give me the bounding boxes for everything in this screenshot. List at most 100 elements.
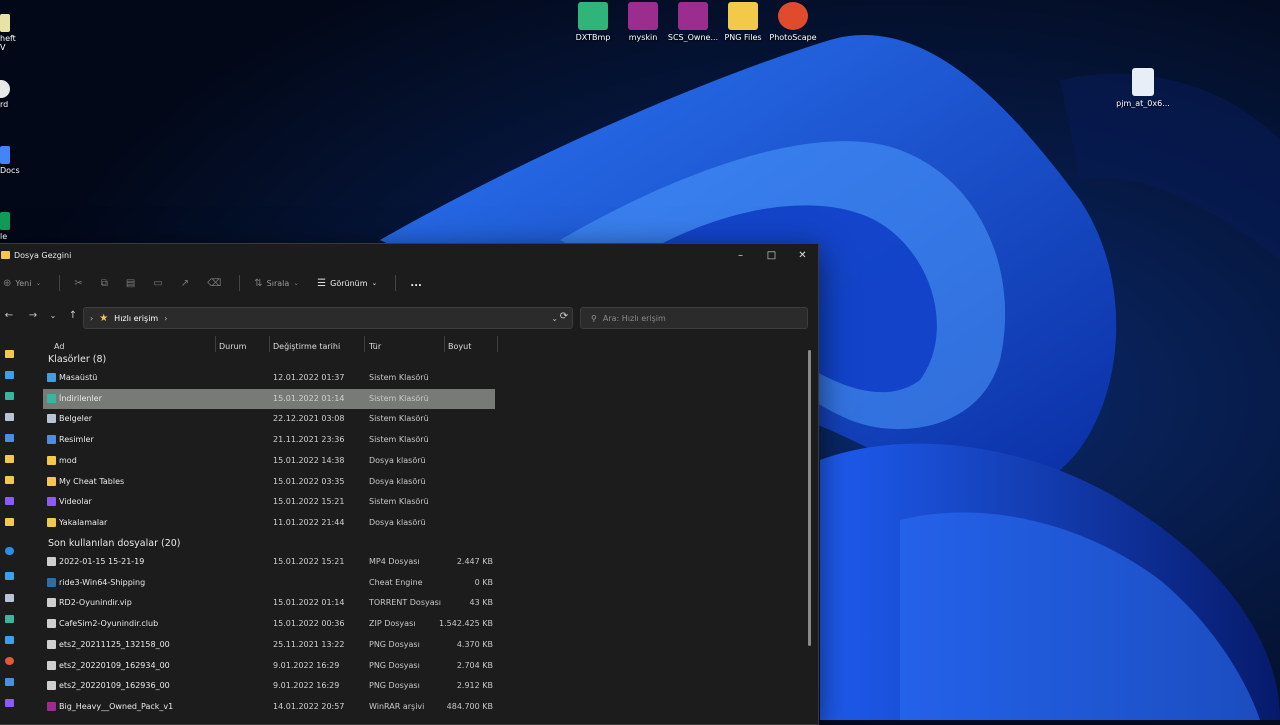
sidebar-item-desktop[interactable]: [5, 369, 31, 381]
title-bar[interactable]: Dosya Gezgini – □ ✕: [0, 244, 818, 266]
sort-button[interactable]: ⇅ Sırala ⌄: [254, 278, 303, 289]
paste-button[interactable]: ▤: [126, 278, 139, 289]
new-button[interactable]: ⊕ Yeni ⌄: [3, 278, 45, 289]
item-name: ets2_20220109_162936_00: [59, 681, 170, 691]
sidebar-item-pictures[interactable]: [5, 432, 31, 444]
item-date: 11.01.2022 21:44: [273, 517, 345, 527]
desktop-icon-left-1[interactable]: heft V: [0, 14, 16, 52]
file-row[interactable]: 2022-01-15 15-21-19 15.01.2022 15:21 MP4 D…: [43, 552, 495, 572]
file-row[interactable]: CafeSim2-Oyunindir.club 15.01.2022 00:36 Z…: [43, 614, 495, 634]
item-type: Dosya klasörü: [369, 455, 426, 465]
sidebar-item-onedrive[interactable]: [5, 545, 31, 557]
search-input[interactable]: Ara: Hızlı erişim: [603, 314, 666, 323]
item-type: Sistem Klasörü: [369, 497, 429, 507]
column-divider[interactable]: [497, 336, 498, 352]
desktop-icon: [5, 636, 14, 644]
column-header-date[interactable]: Değiştirme tarihi: [273, 342, 340, 351]
sort-icon: ⇅: [254, 277, 263, 289]
sidebar-item-videos[interactable]: [5, 697, 31, 709]
sidebar-item-documents[interactable]: [5, 592, 31, 604]
forward-arrow-icon[interactable]: →: [23, 310, 43, 321]
item-name: Videolar: [59, 497, 92, 507]
sidebar-item-desktop[interactable]: [5, 634, 31, 646]
vertical-scrollbar[interactable]: [808, 350, 811, 646]
folder-row[interactable]: Videolar 15.01.2022 15:21 Sistem Klasörü: [43, 492, 495, 512]
desktop-icon: [5, 371, 14, 379]
app-icon: [0, 80, 10, 98]
folder-icon: [5, 455, 14, 463]
sidebar-item-folder[interactable]: [5, 453, 31, 465]
item-size: 43 KB: [469, 598, 493, 608]
computer-icon: [5, 572, 14, 580]
sidebar-item-folder[interactable]: [5, 516, 31, 528]
file-row[interactable]: ets2_20220109_162934_00 9.01.2022 16:29 PN…: [43, 656, 495, 676]
desktop-icon-left-2[interactable]: rd: [0, 80, 10, 109]
recent-locations-chevron-icon[interactable]: ⌄: [43, 311, 63, 320]
item-type: ZIP Dosyası: [369, 619, 416, 629]
maximize-button[interactable]: □: [756, 250, 787, 261]
item-size: 4.370 KB: [456, 639, 493, 649]
sidebar-item-pictures[interactable]: [5, 676, 31, 688]
item-name: ets2_20220109_162934_00: [59, 660, 170, 670]
sidebar-item-music[interactable]: [5, 655, 31, 667]
delete-button[interactable]: ⌫: [207, 278, 225, 289]
view-button[interactable]: ☰ Görünüm ⌄: [317, 278, 381, 289]
file-icon: [47, 660, 56, 670]
folder-row[interactable]: Masaüstü 12.01.2022 01:37 Sistem Klasörü: [43, 368, 495, 388]
sidebar-item-this-pc[interactable]: [5, 570, 31, 582]
sidebar-item-folder[interactable]: [5, 474, 31, 486]
folder-icon: [47, 414, 56, 424]
folder-row[interactable]: Resimler 21.11.2021 23:36 Sistem Klasörü: [43, 430, 495, 450]
cut-button[interactable]: ✂: [74, 278, 86, 289]
file-row[interactable]: Big_Heavy__Owned_Pack_v1 14.01.2022 20:57…: [43, 697, 495, 717]
column-header-status[interactable]: Durum: [219, 342, 246, 351]
more-options-button[interactable]: ...: [410, 278, 421, 289]
file-row[interactable]: ets2_20211125_132158_00 25.11.2021 13:22 P…: [43, 635, 495, 655]
desktop-icon-left-3[interactable]: Docs: [0, 146, 20, 175]
plus-circle-icon: ⊕: [3, 277, 12, 289]
desktop-icon-pjm[interactable]: pjm_at_0x6...: [1113, 68, 1173, 108]
item-size: 2.912 KB: [456, 681, 493, 691]
item-date: 15.01.2022 03:35: [273, 476, 345, 486]
folder-row[interactable]: İndirilenler 15.01.2022 01:14 Sistem Klasö…: [43, 388, 495, 409]
folder-row[interactable]: Yakalamalar 11.01.2022 21:44 Dosya klasörü: [43, 513, 495, 533]
close-button[interactable]: ✕: [787, 250, 818, 261]
item-date: 12.01.2022 01:37: [273, 373, 345, 382]
copy-button[interactable]: ⧉: [101, 278, 112, 289]
folder-row[interactable]: My Cheat Tables 15.01.2022 03:35 Dosya kla…: [43, 472, 495, 492]
pictures-icon: [5, 678, 14, 686]
sidebar-item-quick-access[interactable]: [5, 348, 31, 360]
desktop-icon-photoscape[interactable]: PhotoScape: [763, 2, 823, 42]
item-date: 9.01.2022 16:29: [273, 660, 340, 670]
sidebar-item-videos[interactable]: [5, 495, 31, 507]
back-arrow-icon[interactable]: ←: [0, 310, 19, 321]
rename-button[interactable]: ▭: [153, 278, 166, 289]
up-arrow-icon[interactable]: ↑: [63, 310, 83, 321]
minimize-button[interactable]: –: [725, 250, 756, 261]
sidebar-item-downloads[interactable]: [5, 390, 31, 402]
column-divider[interactable]: [269, 336, 270, 352]
column-header-size[interactable]: Boyut: [448, 342, 471, 351]
file-row[interactable]: RD2-Oyunindir.vip 15.01.2022 01:14 TORRENT…: [43, 593, 495, 613]
column-header-name[interactable]: Ad: [54, 342, 64, 351]
group-header[interactable]: Son kullanılan dosyalar (20): [48, 538, 181, 549]
item-type: Sistem Klasörü: [369, 414, 429, 424]
desktop-icon-left-4[interactable]: le: [0, 212, 10, 241]
sidebar-item-documents[interactable]: [5, 411, 31, 423]
column-divider[interactable]: [364, 336, 365, 352]
folder-row[interactable]: mod 15.01.2022 14:38 Dosya klasörü: [43, 451, 495, 471]
folder-row[interactable]: Belgeler 22.12.2021 03:08 Sistem Klasörü: [43, 409, 495, 429]
group-header[interactable]: Klasörler (8): [48, 354, 106, 365]
column-header-type[interactable]: Tür: [369, 342, 381, 351]
sidebar-item-downloads[interactable]: [5, 613, 31, 625]
address-bar[interactable]: › ★ Hızlı erişim › ⌄: [83, 307, 573, 329]
column-divider[interactable]: [215, 336, 216, 352]
breadcrumb[interactable]: Hızlı erişim: [114, 314, 158, 323]
search-box[interactable]: ⚲ Ara: Hızlı erişim: [580, 307, 808, 329]
column-divider[interactable]: [444, 336, 445, 352]
pictures-icon: [5, 434, 14, 442]
file-row[interactable]: ets2_20220109_162936_00 9.01.2022 16:29 PN…: [43, 676, 495, 696]
file-row[interactable]: ride3-Win64-Shipping Cheat Engine 0 KB: [43, 573, 495, 593]
share-button[interactable]: ↗: [181, 278, 193, 289]
refresh-button[interactable]: ⟳: [555, 307, 573, 327]
